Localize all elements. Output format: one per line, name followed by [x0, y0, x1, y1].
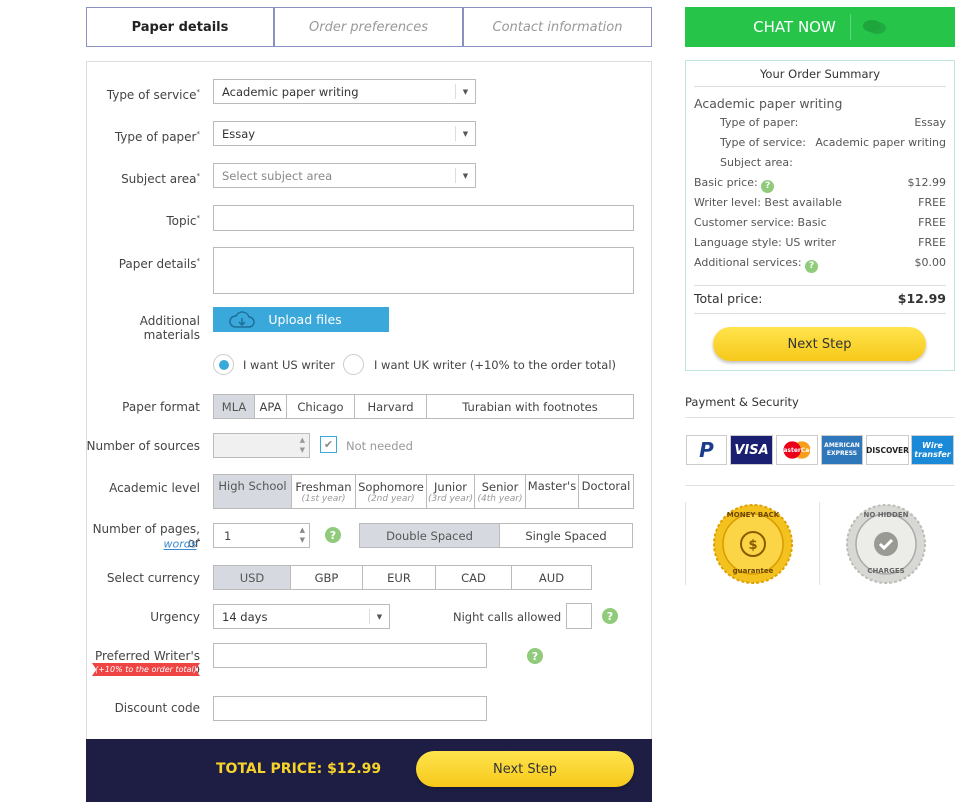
- level-doctoral[interactable]: Doctoral: [579, 475, 633, 508]
- currency-cad[interactable]: CAD: [436, 566, 512, 589]
- currency-selector: USD GBP EUR CAD AUD: [213, 565, 592, 590]
- night-calls-help-icon[interactable]: ?: [602, 608, 618, 624]
- currency-usd[interactable]: USD: [214, 566, 291, 589]
- type-of-paper-select[interactable]: Essay ▼: [213, 121, 476, 146]
- pages-help-icon[interactable]: ?: [325, 527, 341, 543]
- additional-materials-label: Additional materials: [139, 314, 200, 342]
- pages-stepper[interactable]: 1 ▲ ▼: [213, 523, 310, 548]
- mastercard-logo: MasterCard: [776, 435, 818, 465]
- paper-format-label: Paper format: [122, 400, 200, 414]
- summary-next-step-button[interactable]: Next Step: [713, 327, 926, 361]
- subject-area-select[interactable]: Select subject area ▼: [213, 163, 476, 188]
- upload-files-button[interactable]: Upload files: [213, 307, 389, 332]
- footer-total-price: TOTAL PRICE: $12.99: [216, 761, 382, 777]
- writer-id-input[interactable]: [213, 643, 487, 668]
- chat-bubble-icon: [862, 20, 886, 34]
- summary-subject-area: Subject area:: [720, 156, 793, 169]
- summary-title: Your Order Summary: [759, 67, 881, 81]
- type-of-paper-label: Type of paper*: [114, 130, 200, 144]
- format-chicago[interactable]: Chicago: [287, 395, 355, 418]
- paper-details-label: Paper details*: [118, 257, 200, 271]
- chat-now-button[interactable]: CHAT NOW: [685, 7, 955, 47]
- level-masters[interactable]: Master's: [526, 475, 579, 508]
- no-hidden-charges-seal: NO HIDDEN CHARGES: [845, 503, 927, 585]
- not-needed-label: Not needed: [346, 439, 413, 453]
- basic-price-help-icon[interactable]: ?: [761, 179, 775, 193]
- paypal-logo: P: [686, 435, 727, 465]
- type-of-service-label: Type of service*: [106, 88, 200, 102]
- summary-type-of-service: Type of service: Academic paper writing: [720, 136, 946, 149]
- money-back-guarantee-seal: $ MONEY BACK guarantee: [712, 503, 794, 585]
- urgency-label: Urgency: [150, 610, 200, 624]
- summary-type-of-paper: Type of paper: Essay: [720, 116, 946, 129]
- topic-input[interactable]: [213, 205, 634, 231]
- svg-text:$: $: [748, 538, 757, 553]
- summary-basic-price: Basic price: ? $12.99: [694, 176, 946, 193]
- format-mla[interactable]: MLA: [214, 395, 255, 418]
- night-calls-checkbox[interactable]: [566, 603, 592, 629]
- chevron-down-icon: ▼: [455, 168, 475, 183]
- discount-input[interactable]: [213, 696, 487, 721]
- chevron-down-icon: ▼: [455, 126, 475, 141]
- level-high-school[interactable]: High School: [214, 475, 292, 508]
- sources-stepper[interactable]: ▲ ▼: [213, 433, 310, 458]
- discount-label: Discount code: [114, 701, 200, 715]
- summary-language-style: Language style: US writer FREE: [694, 236, 946, 249]
- chevron-down-icon: ▼: [455, 84, 475, 99]
- sources-label: Number of sources: [86, 439, 200, 453]
- level-freshman[interactable]: Freshman (1st year): [292, 475, 356, 508]
- spacing-selector: Double Spaced Single Spaced: [359, 523, 633, 548]
- tab-paper-details[interactable]: Paper details: [86, 7, 274, 47]
- summary-total-price: Total price: $12.99: [694, 291, 946, 306]
- us-writer-radio[interactable]: [213, 354, 234, 375]
- format-apa[interactable]: APA: [255, 395, 287, 418]
- visa-logo: VISA: [730, 435, 773, 465]
- amex-logo: AMERICAN EXPRESS: [821, 435, 863, 465]
- summary-additional-services: Additional services: ? $0.00: [694, 256, 946, 273]
- currency-label: Select currency: [106, 571, 200, 585]
- format-harvard[interactable]: Harvard: [355, 395, 427, 418]
- academic-level-selector: High School Freshman (1st year) Sophomore…: [213, 474, 634, 509]
- wire-transfer-logo: Wire transfer: [911, 435, 954, 465]
- academic-level-label: Academic level: [109, 481, 200, 495]
- urgency-select[interactable]: 14 days ▼: [213, 604, 390, 629]
- payment-security-title: Payment & Security: [685, 395, 799, 409]
- level-junior[interactable]: Junior (3rd year): [427, 475, 475, 508]
- summary-writer-level: Writer level: Best available FREE: [694, 196, 946, 209]
- summary-customer-service: Customer service: Basic FREE: [694, 216, 946, 229]
- type-of-service-select[interactable]: Academic paper writing ▼: [213, 79, 476, 104]
- additional-services-help-icon[interactable]: ?: [805, 259, 819, 273]
- night-calls-label: Night calls allowed: [453, 610, 562, 624]
- double-spaced-option[interactable]: Double Spaced: [360, 524, 500, 547]
- tab-contact-information[interactable]: Contact information: [463, 7, 652, 47]
- topic-label: Topic*: [166, 214, 200, 228]
- level-senior[interactable]: Senior (4th year): [475, 475, 526, 508]
- currency-eur[interactable]: EUR: [363, 566, 436, 589]
- currency-aud[interactable]: AUD: [512, 566, 591, 589]
- cloud-upload-icon: [229, 310, 255, 328]
- writer-id-surcharge-badge: (+10% to the order total): [92, 663, 200, 676]
- words-link[interactable]: words: [164, 538, 197, 551]
- subject-area-label: Subject area*: [121, 172, 200, 186]
- us-writer-label: I want US writer: [243, 358, 335, 372]
- paper-details-textarea[interactable]: [213, 247, 634, 294]
- chevron-down-icon: ▼: [369, 609, 389, 624]
- single-spaced-option[interactable]: Single Spaced: [500, 524, 632, 547]
- summary-service-name: Academic paper writing: [694, 96, 843, 111]
- format-turabian[interactable]: Turabian with footnotes: [427, 395, 633, 418]
- paper-format-selector: MLA APA Chicago Harvard Turabian with fo…: [213, 394, 634, 419]
- uk-writer-radio[interactable]: [343, 354, 364, 375]
- footer-next-step-button[interactable]: Next Step: [416, 751, 634, 787]
- tab-order-preferences[interactable]: Order preferences: [274, 7, 463, 47]
- level-sophomore[interactable]: Sophomore (2nd year): [356, 475, 427, 508]
- uk-writer-label: I want UK writer (+10% to the order tota…: [374, 358, 617, 372]
- discover-logo: DISCOVER: [866, 435, 909, 465]
- words-link-wrap: words*: [163, 537, 200, 551]
- not-needed-checkbox[interactable]: ✔: [320, 436, 337, 453]
- currency-gbp[interactable]: GBP: [291, 566, 363, 589]
- writer-id-help-icon[interactable]: ?: [527, 648, 543, 664]
